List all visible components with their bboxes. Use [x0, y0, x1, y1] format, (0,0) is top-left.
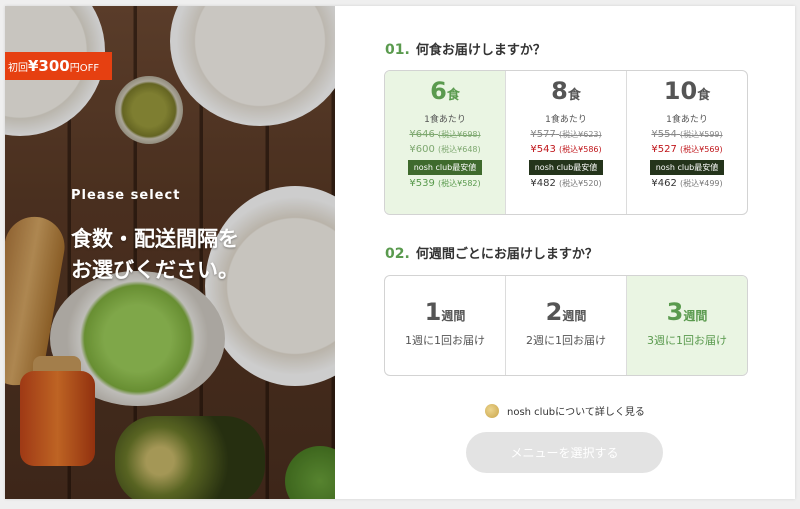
promo-badge: 初回 ¥300 円OFF [5, 52, 112, 80]
list-price: ¥646 (税込¥698) [409, 129, 481, 140]
per-meal-label: 1食あたり [424, 115, 466, 125]
question-number: 02. [385, 246, 410, 262]
interval-description: 1週に1回お届け [405, 334, 485, 347]
interval-count: 2 [545, 298, 563, 326]
nosh-club-badge: nosh club最安値 [649, 160, 725, 175]
list-price: ¥554 (税込¥599) [651, 129, 723, 140]
interval-count: 3 [666, 298, 684, 326]
question-delivery-interval: 02. 何週間ごとにお届けしますか？ [385, 243, 598, 262]
interval-unit: 週間 [683, 309, 708, 323]
meal-option-10[interactable]: 10食 1食あたり ¥554 (税込¥599) ¥527 (税込¥569) no… [627, 71, 747, 214]
interval-count: 1 [424, 298, 442, 326]
discount-price: ¥527 (税込¥569) [651, 144, 723, 155]
question-number: 01. [385, 42, 410, 58]
per-meal-label: 1食あたり [545, 115, 587, 125]
interval-unit: 週間 [562, 309, 587, 323]
delivery-interval-options: 1週間 1週に1回お届け 2週間 2週に1回お届け 3週間 3週に1回お届け [384, 275, 748, 376]
select-menu-button[interactable]: メニューを選択する [466, 432, 663, 473]
promo-amount: ¥300 [28, 57, 70, 75]
promo-suffix: 円OFF [69, 62, 100, 74]
nosh-club-badge: nosh club最安値 [528, 160, 604, 175]
meal-count: 8 [551, 77, 568, 105]
nosh-club-badge: nosh club最安値 [407, 160, 483, 175]
meal-count-options: 6食 1食あたり ¥646 (税込¥698) ¥600 (税込¥648) nos… [384, 70, 748, 215]
please-select-label: Please select [71, 188, 181, 203]
select-heading: 食数・配送間隔を お選びください。 [71, 227, 239, 282]
discount-price: ¥600 (税込¥648) [409, 144, 481, 155]
interval-unit: 週間 [441, 309, 466, 323]
list-price: ¥577 (税込¥623) [530, 129, 602, 140]
question-text: 何週間ごとにお届けしますか？ [415, 247, 598, 262]
interval-description: 2週に1回お届け [526, 334, 606, 347]
club-price: ¥539 (税込¥582) [409, 178, 481, 189]
nosh-club-info-link[interactable]: nosh clubについて詳しく見る [485, 403, 645, 418]
coin-icon [485, 403, 499, 418]
nosh-club-link-text: nosh clubについて詳しく見る [507, 407, 645, 418]
meal-unit: 食 [446, 88, 460, 103]
per-meal-label: 1食あたり [666, 115, 708, 125]
meal-unit: 食 [697, 88, 711, 103]
question-meal-count: 01. 何食お届けしますか？ [385, 39, 546, 58]
promo-prefix: 初回 [8, 62, 28, 74]
interval-option-2-weeks[interactable]: 2週間 2週に1回お届け [506, 276, 627, 375]
interval-description: 3週に1回お届け [647, 334, 727, 347]
interval-option-3-weeks[interactable]: 3週間 3週に1回お届け [627, 276, 747, 375]
club-price: ¥462 (税込¥499) [651, 178, 723, 189]
club-price: ¥482 (税込¥520) [530, 178, 602, 189]
interval-option-1-week[interactable]: 1週間 1週に1回お届け [385, 276, 506, 375]
meal-option-8[interactable]: 8食 1食あたり ¥577 (税込¥623) ¥543 (税込¥586) nos… [506, 71, 627, 214]
meal-count: 10 [663, 77, 698, 105]
plan-selector-card: Please select 食数・配送間隔を お選びください。 初回 ¥300 … [5, 6, 795, 499]
meal-unit: 食 [567, 88, 581, 103]
meal-option-6[interactable]: 6食 1食あたり ¥646 (税込¥698) ¥600 (税込¥648) nos… [385, 71, 506, 214]
question-text: 何食お届けしますか？ [415, 43, 546, 58]
meal-count: 6 [430, 77, 447, 105]
discount-price: ¥543 (税込¥586) [530, 144, 602, 155]
